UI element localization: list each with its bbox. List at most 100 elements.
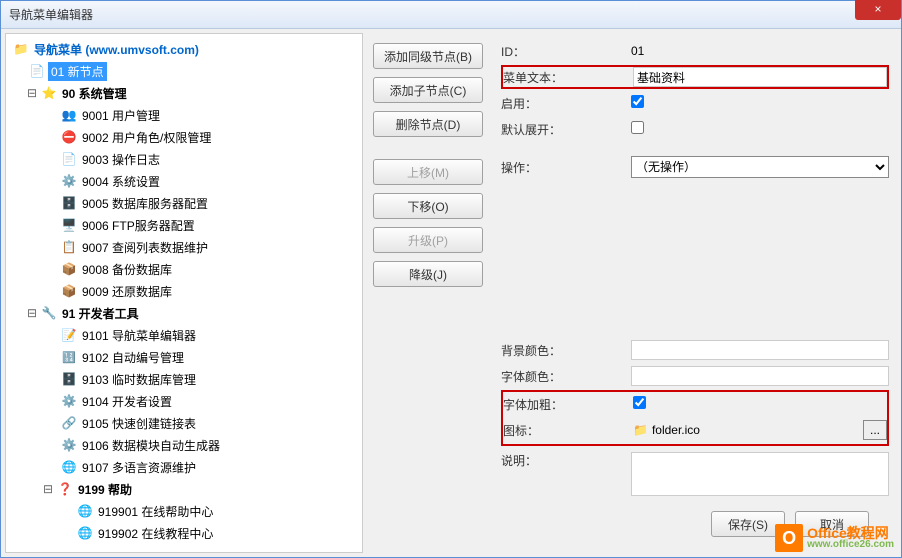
content-area: 导航菜单 (www.umvsoft.com) 01 新节点 ⊟ 90 系统管理 …	[1, 29, 901, 557]
tree-node-9003[interactable]: 9003 操作日志	[10, 148, 358, 170]
highlight-block: 字体加粗： 图标： folder.ico ...	[501, 390, 889, 446]
web-icon	[77, 503, 93, 519]
icon-value: folder.ico	[652, 423, 700, 437]
backup-icon	[61, 261, 77, 277]
enable-label: 启用：	[501, 95, 631, 112]
bgcolor-input[interactable]	[631, 340, 889, 360]
table-icon	[61, 239, 77, 255]
desc-textarea[interactable]	[631, 452, 889, 496]
language-icon	[61, 459, 77, 475]
tree-node-9105[interactable]: 9105 快速创建链接表	[10, 412, 358, 434]
bold-label: 字体加粗：	[503, 396, 633, 413]
tree-node-919902[interactable]: 919902 在线教程中心	[10, 522, 358, 544]
tree-node-919901[interactable]: 919901 在线帮助中心	[10, 500, 358, 522]
collapse-icon[interactable]: ⊟	[26, 306, 38, 320]
tree-node-9101[interactable]: 9101 导航菜单编辑器	[10, 324, 358, 346]
collapse-icon[interactable]: ⊟	[42, 482, 54, 496]
settings-icon	[61, 393, 77, 409]
tree-node-01[interactable]: 01 新节点	[10, 60, 358, 82]
tree-node-9102[interactable]: 9102 自动编号管理	[10, 346, 358, 368]
logo-icon: O	[775, 524, 803, 552]
restore-icon	[61, 283, 77, 299]
bgcolor-label: 背景颜色：	[501, 342, 631, 359]
add-sibling-button[interactable]: 添加同级节点(B)	[373, 43, 483, 69]
tree-node-9008[interactable]: 9008 备份数据库	[10, 258, 358, 280]
row-fontcolor: 字体颜色：	[501, 364, 889, 388]
database-icon	[61, 371, 77, 387]
action-label: 操作：	[501, 159, 631, 176]
menu-text-label: 菜单文本：	[503, 69, 633, 86]
deny-icon	[61, 129, 77, 145]
row-expand: 默认展开：	[501, 117, 889, 141]
id-label: ID：	[501, 43, 631, 60]
expand-checkbox[interactable]	[631, 121, 644, 134]
promote-button[interactable]: 升级(P)	[373, 227, 483, 253]
demote-button[interactable]: 降级(J)	[373, 261, 483, 287]
close-button[interactable]: ×	[855, 0, 901, 20]
tree-node-9103[interactable]: 9103 临时数据库管理	[10, 368, 358, 390]
row-enable: 启用：	[501, 91, 889, 115]
tree-node-9001[interactable]: 9001 用户管理	[10, 104, 358, 126]
edit-icon	[61, 327, 77, 343]
row-icon: 图标： folder.ico ...	[503, 418, 887, 442]
move-up-button[interactable]: 上移(M)	[373, 159, 483, 185]
folder-icon	[633, 423, 648, 437]
window-title: 导航菜单编辑器	[9, 6, 93, 23]
tree-node-90[interactable]: ⊟ 90 系统管理	[10, 82, 358, 104]
web-icon	[77, 525, 93, 541]
save-button[interactable]: 保存(S)	[711, 511, 785, 537]
fontcolor-label: 字体颜色：	[501, 368, 631, 385]
window-frame: 导航菜单编辑器 × 导航菜单 (www.umvsoft.com) 01 新节点 …	[0, 0, 902, 558]
link-icon	[61, 415, 77, 431]
titlebar: 导航菜单编辑器 ×	[1, 1, 901, 29]
move-down-button[interactable]: 下移(O)	[373, 193, 483, 219]
file-icon	[29, 63, 45, 79]
fontcolor-input[interactable]	[631, 366, 889, 386]
expand-label: 默认展开：	[501, 121, 631, 138]
database-icon	[61, 195, 77, 211]
tree-node-9004[interactable]: 9004 系统设置	[10, 170, 358, 192]
row-bold: 字体加粗：	[503, 392, 887, 416]
watermark-brand: Office教程网	[807, 526, 894, 540]
tree-node-9106[interactable]: 9106 数据模块自动生成器	[10, 434, 358, 456]
add-child-button[interactable]: 添加子节点(C)	[373, 77, 483, 103]
tree-root[interactable]: 导航菜单 (www.umvsoft.com)	[10, 38, 358, 60]
properties-panel: ID： 01 菜单文本： 启用： 默认展开： 操作： （无操作）	[493, 33, 897, 553]
tree-node-9107[interactable]: 9107 多语言资源维护	[10, 456, 358, 478]
icon-label: 图标：	[503, 422, 633, 439]
enable-checkbox[interactable]	[631, 95, 644, 108]
watermark-url: www.office26.com	[807, 540, 894, 550]
page-icon	[61, 151, 77, 167]
tree-node-9002[interactable]: 9002 用户角色/权限管理	[10, 126, 358, 148]
tool-icon	[41, 305, 57, 321]
desc-label: 说明：	[501, 452, 631, 469]
tree-node-9007[interactable]: 9007 查阅列表数据维护	[10, 236, 358, 258]
browse-icon-button[interactable]: ...	[863, 420, 887, 440]
tree-node-9006[interactable]: 9006 FTP服务器配置	[10, 214, 358, 236]
tree-node-9009[interactable]: 9009 还原数据库	[10, 280, 358, 302]
collapse-icon[interactable]: ⊟	[26, 86, 38, 100]
gear-icon	[61, 437, 77, 453]
tree-node-9005[interactable]: 9005 数据库服务器配置	[10, 192, 358, 214]
star-icon	[41, 85, 57, 101]
number-icon	[61, 349, 77, 365]
row-menu-text: 菜单文本：	[501, 65, 889, 89]
tree-node-91[interactable]: ⊟ 91 开发者工具	[10, 302, 358, 324]
row-id: ID： 01	[501, 39, 889, 63]
row-action: 操作： （无操作）	[501, 155, 889, 179]
delete-node-button[interactable]: 删除节点(D)	[373, 111, 483, 137]
tree-panel[interactable]: 导航菜单 (www.umvsoft.com) 01 新节点 ⊟ 90 系统管理 …	[5, 33, 363, 553]
id-value: 01	[631, 44, 889, 58]
folder-icon	[13, 41, 29, 57]
bold-checkbox[interactable]	[633, 396, 646, 409]
server-icon	[61, 217, 77, 233]
menu-text-input[interactable]	[633, 67, 887, 87]
tree-node-9199[interactable]: ⊟ 9199 帮助	[10, 478, 358, 500]
action-select[interactable]: （无操作）	[631, 156, 889, 178]
row-desc: 说明：	[501, 452, 889, 499]
tree-node-9104[interactable]: 9104 开发者设置	[10, 390, 358, 412]
help-icon	[57, 481, 73, 497]
button-column: 添加同级节点(B) 添加子节点(C) 删除节点(D) 上移(M) 下移(O) 升…	[363, 33, 493, 553]
watermark: O Office教程网 www.office26.com	[775, 524, 894, 552]
users-icon	[61, 107, 77, 123]
